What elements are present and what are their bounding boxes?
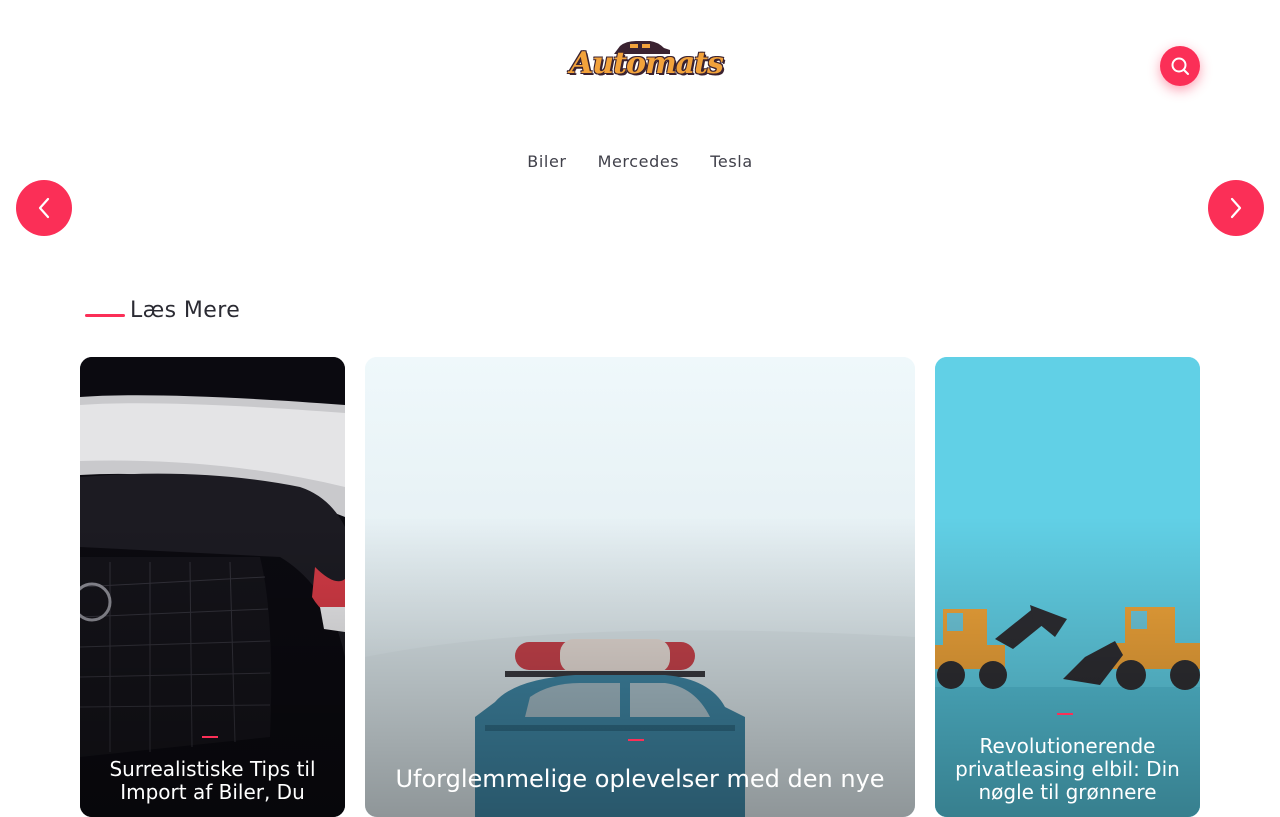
article-card[interactable]: Uforglemmelige oplevelser med den nye [365, 357, 915, 817]
card-title[interactable]: Revolutionerende privatleasing elbil: Di… [951, 735, 1184, 804]
heading-accent-bar [85, 314, 125, 317]
card-accent [202, 736, 218, 738]
card-title[interactable]: Uforglemmelige oplevelser med den nye [381, 766, 899, 792]
logo-text: Automats [570, 46, 724, 81]
search-icon [1171, 57, 1189, 75]
carousel-next-button[interactable] [1208, 180, 1264, 236]
search-button[interactable] [1160, 46, 1200, 86]
nav-item-tesla[interactable]: Tesla [710, 152, 752, 171]
card-title[interactable]: Surrealistiske Tips til Import af Biler,… [96, 758, 329, 804]
section-heading: Læs Mere [85, 298, 240, 323]
main-nav: Biler Mercedes Tesla [0, 152, 1280, 171]
card-accent [628, 739, 644, 741]
section-title: Læs Mere [130, 298, 241, 323]
site-header: Automats [0, 0, 1280, 130]
site-logo[interactable]: Automats [566, 38, 724, 90]
carousel-prev-button[interactable] [16, 180, 72, 236]
article-card[interactable]: Surrealistiske Tips til Import af Biler,… [80, 357, 345, 817]
chevron-left-icon [38, 197, 50, 219]
nav-item-biler[interactable]: Biler [527, 152, 566, 171]
nav-item-mercedes[interactable]: Mercedes [598, 152, 680, 171]
chevron-right-icon [1230, 197, 1242, 219]
card-accent [1057, 713, 1073, 715]
article-card[interactable]: Revolutionerende privatleasing elbil: Di… [935, 357, 1200, 817]
